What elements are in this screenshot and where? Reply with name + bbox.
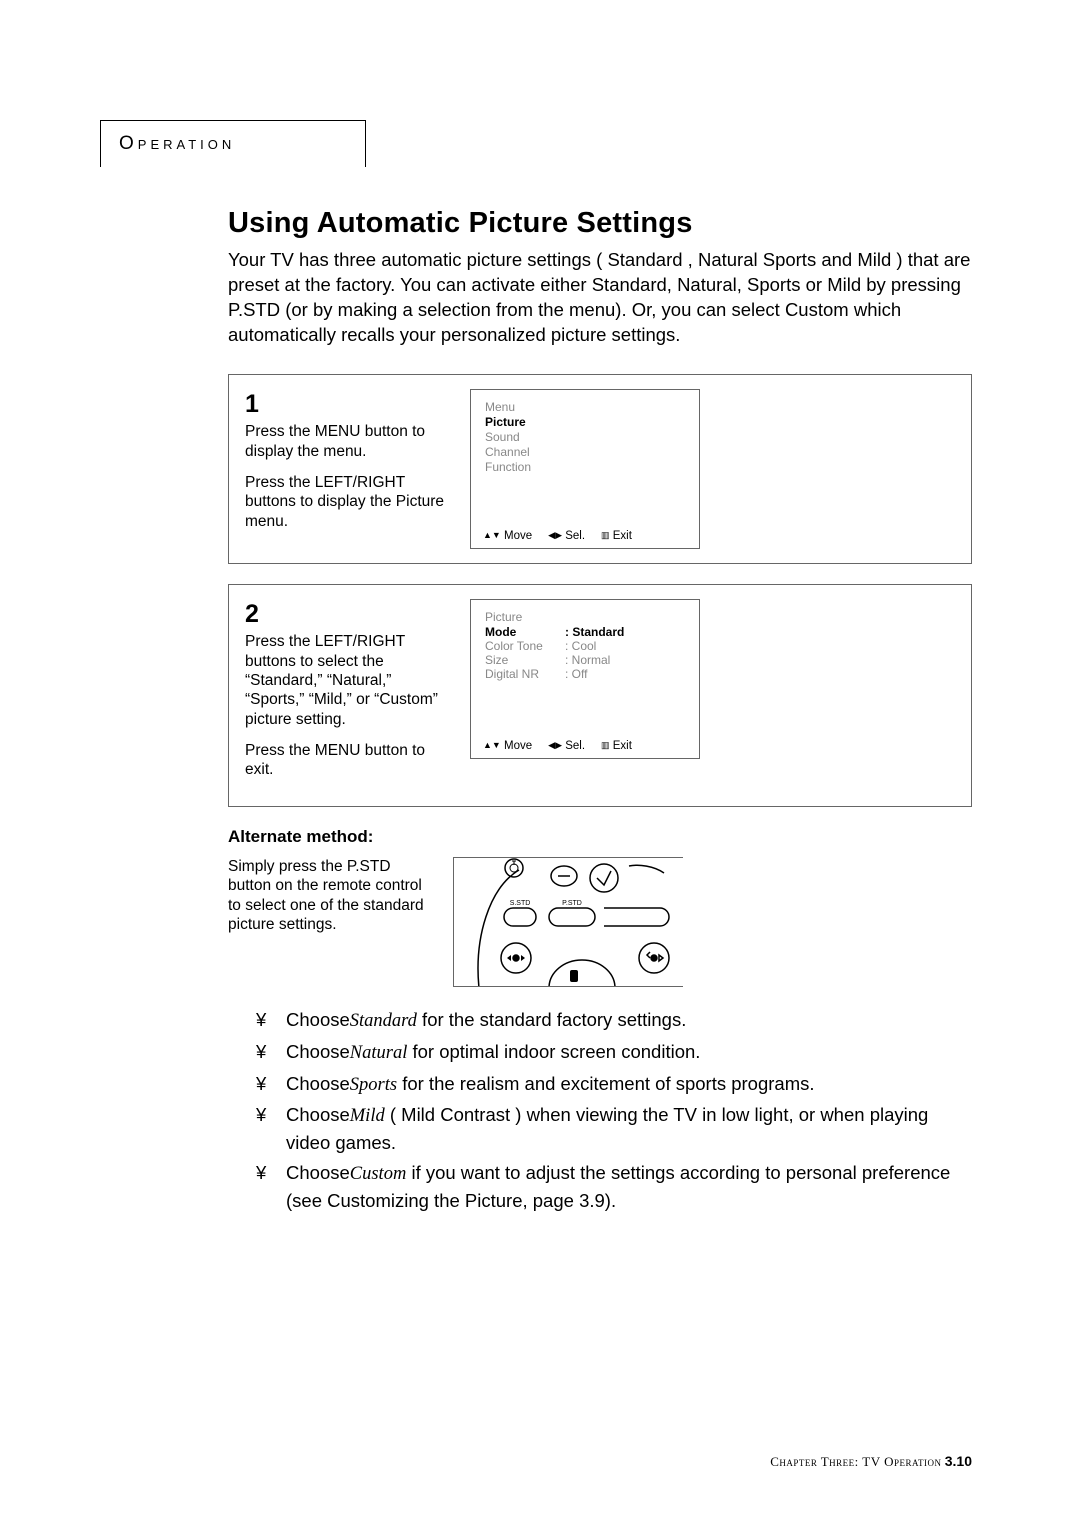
content-column: Using Automatic Picture Settings Your TV… [228, 207, 972, 1214]
step-2: 2 Press the LEFT/RIGHT buttons to select… [228, 584, 972, 807]
menu-row-value: : Normal [565, 653, 610, 667]
step-2-screen: Picture Mode: StandardColor Tone: CoolSi… [470, 599, 700, 759]
step-2-number: 2 [245, 599, 450, 630]
menu-row-value: : Off [565, 667, 587, 681]
footer-page-number: 3.10 [945, 1453, 972, 1469]
choice-prefix: Choose [286, 1162, 350, 1183]
picture-mode-list: ChooseStandard for the standard factory … [228, 1007, 972, 1214]
menu-row-value: : Standard [565, 625, 624, 639]
choice-suffix: for optimal indoor screen condition. [407, 1041, 700, 1062]
choice-mode-name: Mild [350, 1106, 385, 1126]
menu-row-key: Size [485, 653, 565, 667]
menu-item: Picture [485, 415, 687, 430]
choice-prefix: Choose [286, 1073, 350, 1094]
menu-title-2: Picture [485, 610, 687, 624]
choice-prefix: Choose [286, 1009, 350, 1030]
menu-row-value: : Cool [565, 639, 596, 653]
choice-mode-name: Standard [350, 1011, 417, 1031]
page-footer: Chapter Three: TV Operation 3.10 [770, 1453, 972, 1470]
nav-exit: ▥ Exit [601, 530, 632, 542]
alternate-method-heading: Alternate method: [228, 827, 972, 847]
choice-prefix: Choose [286, 1041, 350, 1062]
nav-sel-2: ◀▶ Sel. [548, 740, 585, 752]
remote-illustration: S.STD P.STD [453, 857, 683, 987]
nav-exit-2: ▥ Exit [601, 740, 632, 752]
list-item: ChooseSports for the realism and excitem… [256, 1071, 972, 1099]
choice-suffix: for the realism and excitement of sports… [397, 1073, 814, 1094]
list-item: ChooseMild ( Mild Contrast ) when viewin… [256, 1102, 972, 1156]
sstd-label: S.STD [510, 900, 531, 907]
alternate-method-text: Simply press the P.STD button on the rem… [228, 857, 433, 987]
menu-row: Mode: Standard [485, 625, 687, 639]
section-tab-label: Operation [119, 133, 235, 154]
menu-row: Color Tone: Cool [485, 639, 687, 653]
step-2-text: 2 Press the LEFT/RIGHT buttons to select… [245, 599, 450, 792]
choice-suffix: for the standard factory settings. [417, 1009, 686, 1030]
choice-mode-name: Sports [350, 1075, 397, 1095]
nav-move-2: ▲▼ Move [483, 740, 532, 752]
step-2-p1: Press the LEFT/RIGHT buttons to select t… [245, 632, 450, 729]
alternate-method-row: Simply press the P.STD button on the rem… [228, 857, 972, 987]
step-1-p1: Press the MENU button to display the men… [245, 422, 450, 461]
list-item: ChooseNatural for optimal indoor screen … [256, 1039, 972, 1067]
step-2-p2: Press the MENU button to exit. [245, 741, 450, 780]
menu-row-key: Mode [485, 625, 565, 639]
menu-item: Function [485, 460, 687, 475]
footer-chapter: Chapter [770, 1454, 817, 1469]
menu-item: Channel [485, 445, 687, 460]
list-item: ChooseStandard for the standard factory … [256, 1007, 972, 1035]
manual-page: Operation Using Automatic Picture Settin… [0, 0, 1080, 1528]
footer-section: Three: TV Operation [821, 1454, 942, 1469]
step-1-p2: Press the LEFT/RIGHT buttons to display … [245, 473, 450, 531]
list-item: ChooseCustom if you want to adjust the s… [256, 1160, 972, 1214]
intro-paragraph: Your TV has three automatic picture sett… [228, 248, 972, 348]
menu-row: Size: Normal [485, 653, 687, 667]
nav-move: ▲▼ Move [483, 530, 532, 542]
nav-sel: ◀▶ Sel. [548, 530, 585, 542]
menu-title: Menu [485, 400, 687, 414]
step-1-number: 1 [245, 389, 450, 420]
screen-nav-hints-2: ▲▼ Move ◀▶ Sel. ▥ Exit [483, 740, 687, 752]
menu-row-key: Color Tone [485, 639, 565, 653]
menu-row-key: Digital NR [485, 667, 565, 681]
pstd-label: P.STD [562, 900, 582, 907]
page-title: Using Automatic Picture Settings [228, 207, 972, 240]
choice-prefix: Choose [286, 1104, 350, 1125]
step-1-text: 1 Press the MENU button to display the m… [245, 389, 450, 549]
screen-nav-hints: ▲▼ Move ◀▶ Sel. ▥ Exit [483, 530, 687, 542]
section-tab: Operation [100, 120, 366, 167]
choice-mode-name: Natural [350, 1043, 408, 1063]
menu-item: Sound [485, 430, 687, 445]
step-1-screen: Menu PictureSoundChannelFunction ▲▼ Move… [470, 389, 700, 549]
step-1: 1 Press the MENU button to display the m… [228, 374, 972, 564]
menu-row: Digital NR: Off [485, 667, 687, 681]
choice-mode-name: Custom [350, 1164, 407, 1184]
